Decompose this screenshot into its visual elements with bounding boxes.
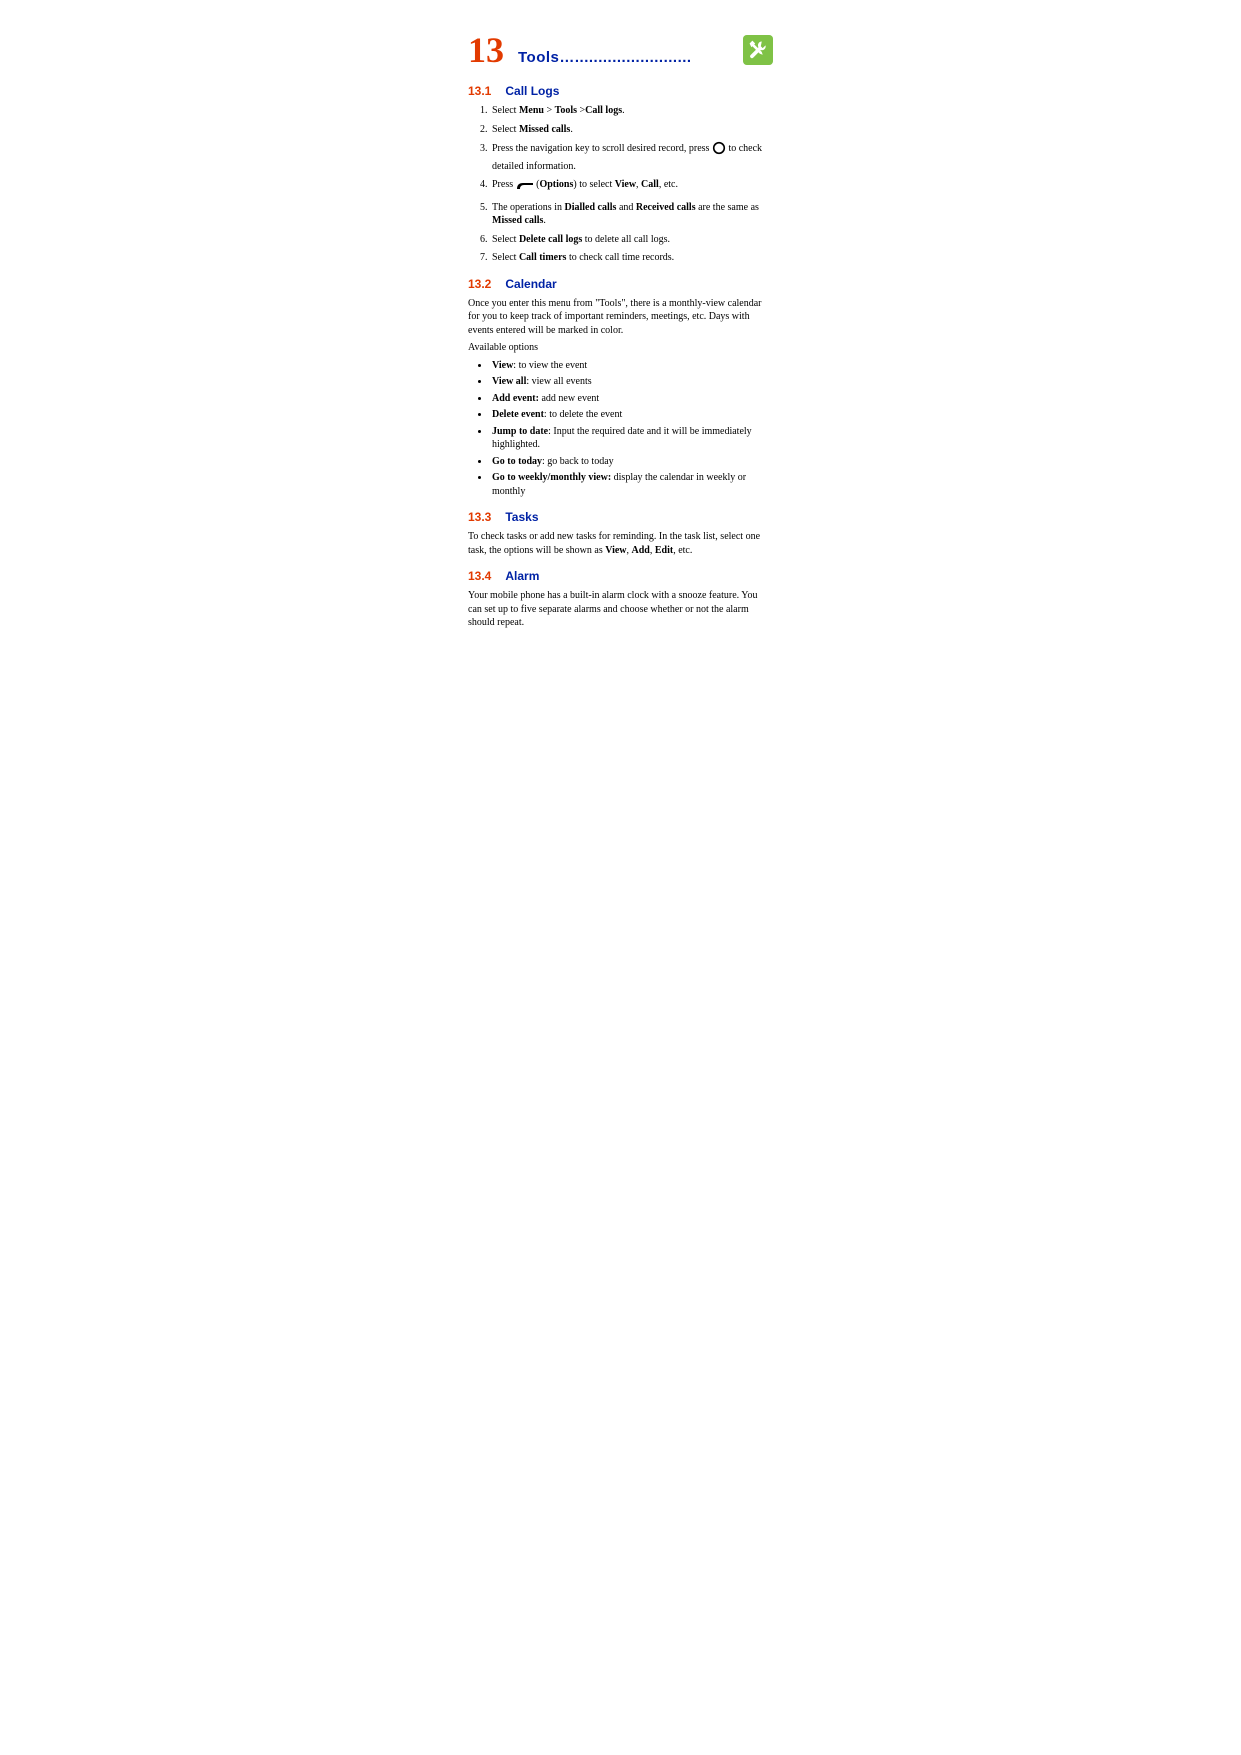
- text: , etc.: [673, 545, 692, 556]
- text-bold: Add event:: [492, 393, 539, 404]
- text: : go back to today: [542, 456, 614, 467]
- text-bold: View: [605, 545, 626, 556]
- text-bold: Missed calls: [492, 215, 543, 226]
- list-item: Delete event: to delete the event: [490, 408, 773, 422]
- text: ) to select: [573, 179, 614, 190]
- paragraph: Available options: [468, 341, 773, 355]
- text-bold: Go to today: [492, 456, 542, 467]
- section-number: 13.4: [468, 569, 491, 583]
- text-bold: Tools: [555, 105, 577, 116]
- text: Select: [492, 105, 519, 116]
- list-item: Add event: add new event: [490, 392, 773, 406]
- section-title: Tasks: [505, 510, 538, 524]
- text: add new event: [539, 393, 599, 404]
- text: .: [543, 215, 546, 226]
- text-bold: Edit: [655, 545, 673, 556]
- text-bold: View all: [492, 376, 526, 387]
- list-item: Select Menu > Tools >Call logs.: [490, 104, 773, 118]
- paragraph: Your mobile phone has a built-in alarm c…: [468, 589, 773, 630]
- section-heading-13-4: 13.4 Alarm: [468, 567, 773, 585]
- text: .: [622, 105, 625, 116]
- text-bold: Dialled calls: [564, 202, 616, 213]
- list-item: Select Missed calls.: [490, 123, 773, 137]
- text-bold: Missed calls: [519, 124, 570, 135]
- section-title: Alarm: [505, 569, 539, 583]
- text-bold: Menu: [519, 105, 544, 116]
- text: Press: [492, 179, 516, 190]
- text: : view all events: [526, 376, 591, 387]
- section-heading-13-1: 13.1 Call Logs: [468, 82, 773, 100]
- text: are the same as: [696, 202, 759, 213]
- text-bold: View: [492, 360, 513, 371]
- list-item: Jump to date: Input the required date an…: [490, 425, 773, 452]
- text: to check call time records.: [566, 252, 674, 263]
- steps-list-13-1: Select Menu > Tools >Call logs. Select M…: [468, 104, 773, 265]
- text-bold: Received calls: [636, 202, 696, 213]
- left-softkey-icon: [516, 181, 534, 196]
- section-heading-13-3: 13.3 Tasks: [468, 508, 773, 526]
- section-number: 13.1: [468, 84, 491, 98]
- content-column: 13 Tools…......................... 13.1: [468, 32, 773, 634]
- text-bold: Add: [632, 545, 650, 556]
- tools-icon: [743, 35, 773, 65]
- chapter-title: Tools….........................: [518, 49, 692, 66]
- text: Select: [492, 124, 519, 135]
- text-bold: Go to weekly/monthly view:: [492, 472, 611, 483]
- section-title: Calendar: [505, 277, 556, 291]
- chapter-header-left: 13 Tools….........................: [468, 32, 692, 68]
- text-bold: Jump to date: [492, 426, 548, 437]
- paragraph: To check tasks or add new tasks for remi…: [468, 530, 773, 557]
- text-bold: Options: [539, 179, 573, 190]
- section-number: 13.3: [468, 510, 491, 524]
- section-title: Call Logs: [505, 84, 559, 98]
- chapter-number: 13: [468, 32, 504, 68]
- text: >: [577, 105, 585, 116]
- text-bold: Call timers: [519, 252, 567, 263]
- text: Select: [492, 234, 519, 245]
- text-bold: Delete call logs: [519, 234, 582, 245]
- text: : to delete the event: [544, 409, 622, 420]
- text: Select: [492, 252, 519, 263]
- paragraph: Once you enter this menu from "Tools", t…: [468, 297, 773, 338]
- text: Press the navigation key to scroll desir…: [492, 143, 712, 154]
- list-item: Select Delete call logs to delete all ca…: [490, 233, 773, 247]
- text: , etc.: [659, 179, 678, 190]
- text: >: [544, 105, 555, 116]
- text: .: [570, 124, 573, 135]
- text: The operations in: [492, 202, 564, 213]
- text: to delete all call logs.: [582, 234, 670, 245]
- ok-key-icon: [712, 141, 726, 160]
- list-item: The operations in Dialled calls and Rece…: [490, 201, 773, 228]
- bullet-list-13-2: View: to view the event View all: view a…: [468, 359, 773, 499]
- section-number: 13.2: [468, 277, 491, 291]
- list-item: Press the navigation key to scroll desir…: [490, 141, 773, 173]
- text: : to view the event: [513, 360, 587, 371]
- list-item: Go to today: go back to today: [490, 455, 773, 469]
- text-bold: Call: [641, 179, 659, 190]
- page: 13 Tools…......................... 13.1: [0, 0, 1241, 1755]
- text-bold: Call logs: [585, 105, 622, 116]
- list-item: Press (Options) to select View, Call, et…: [490, 178, 773, 196]
- text: and: [616, 202, 635, 213]
- text-bold: View: [615, 179, 636, 190]
- chapter-header: 13 Tools….........................: [468, 32, 773, 68]
- text-bold: Delete event: [492, 409, 544, 420]
- section-heading-13-2: 13.2 Calendar: [468, 275, 773, 293]
- list-item: Select Call timers to check call time re…: [490, 251, 773, 265]
- list-item: View all: view all events: [490, 375, 773, 389]
- list-item: Go to weekly/monthly view: display the c…: [490, 471, 773, 498]
- list-item: View: to view the event: [490, 359, 773, 373]
